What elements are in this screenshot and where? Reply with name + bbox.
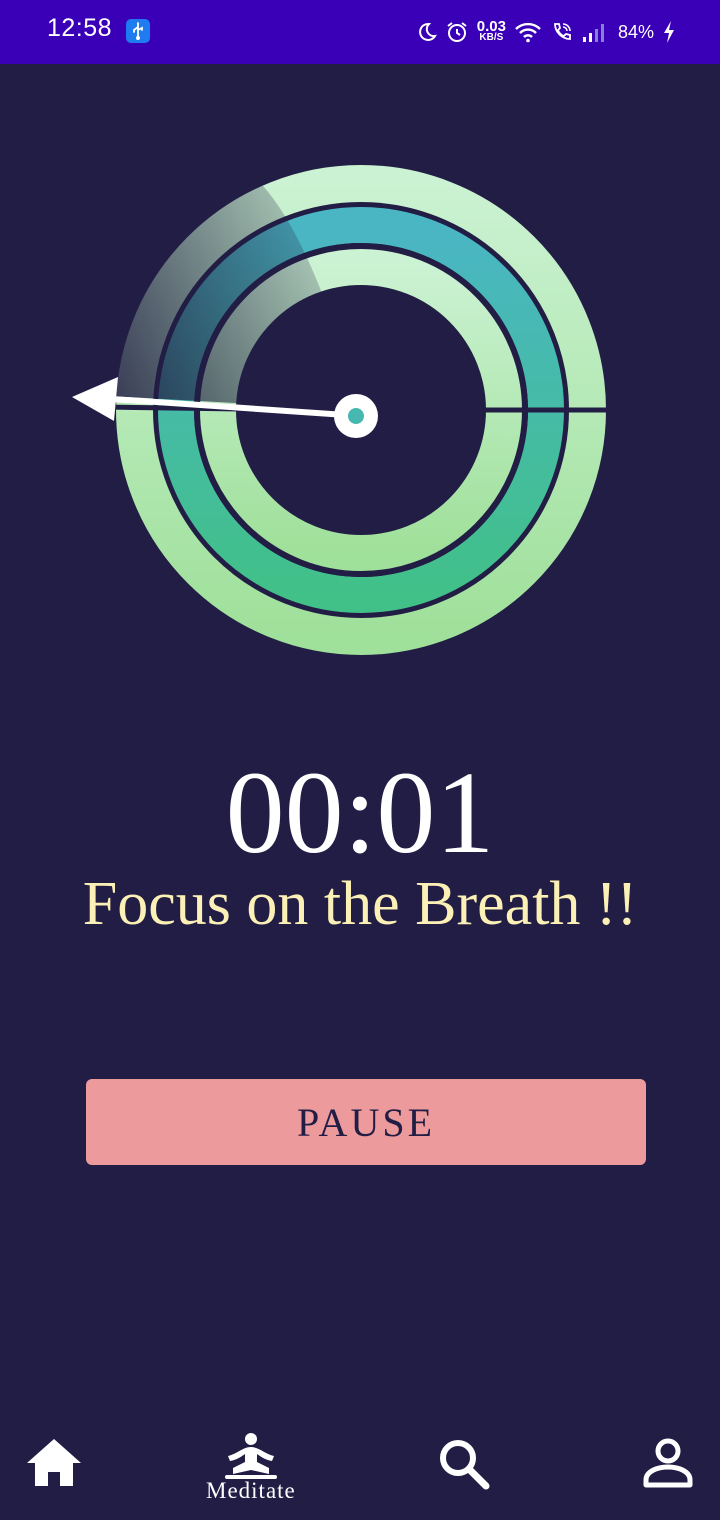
breath-prompt: Focus on the Breath !!	[82, 870, 638, 938]
nav-meditate[interactable]: Meditate	[206, 1432, 296, 1504]
network-speed: 0.03 KB/S	[476, 18, 506, 43]
home-icon	[27, 1439, 81, 1486]
breath-rings	[0, 150, 620, 655]
bottom-nav: Meditate	[0, 1420, 720, 1520]
status-bar: 12:58 0.03 KB/S 84%	[0, 0, 720, 64]
pause-button[interactable]: PAUSE	[86, 1079, 646, 1165]
usb-icon	[126, 19, 150, 43]
charging-icon	[664, 21, 674, 43]
search-icon	[440, 1440, 490, 1490]
nav-profile[interactable]	[640, 1438, 696, 1490]
profile-icon	[643, 1438, 693, 1488]
elapsed-timer: 00:01	[225, 747, 495, 878]
moon-icon	[418, 22, 437, 41]
nav-meditate-label: Meditate	[206, 1478, 296, 1503]
network-speed-value: 0.03	[476, 18, 506, 35]
network-speed-unit: KB/S	[479, 32, 504, 43]
battery-percent: 84%	[617, 21, 654, 42]
nav-home[interactable]	[24, 1436, 84, 1490]
wifi-icon	[515, 22, 541, 43]
meditate-icon	[224, 1433, 277, 1479]
status-icons: 0.03 KB/S 84%	[417, 0, 676, 64]
signal-icon	[582, 24, 604, 42]
wifi-call-icon	[554, 23, 571, 40]
nav-search[interactable]	[436, 1436, 492, 1492]
status-time: 12:58	[47, 14, 113, 42]
alarm-icon	[447, 22, 467, 42]
